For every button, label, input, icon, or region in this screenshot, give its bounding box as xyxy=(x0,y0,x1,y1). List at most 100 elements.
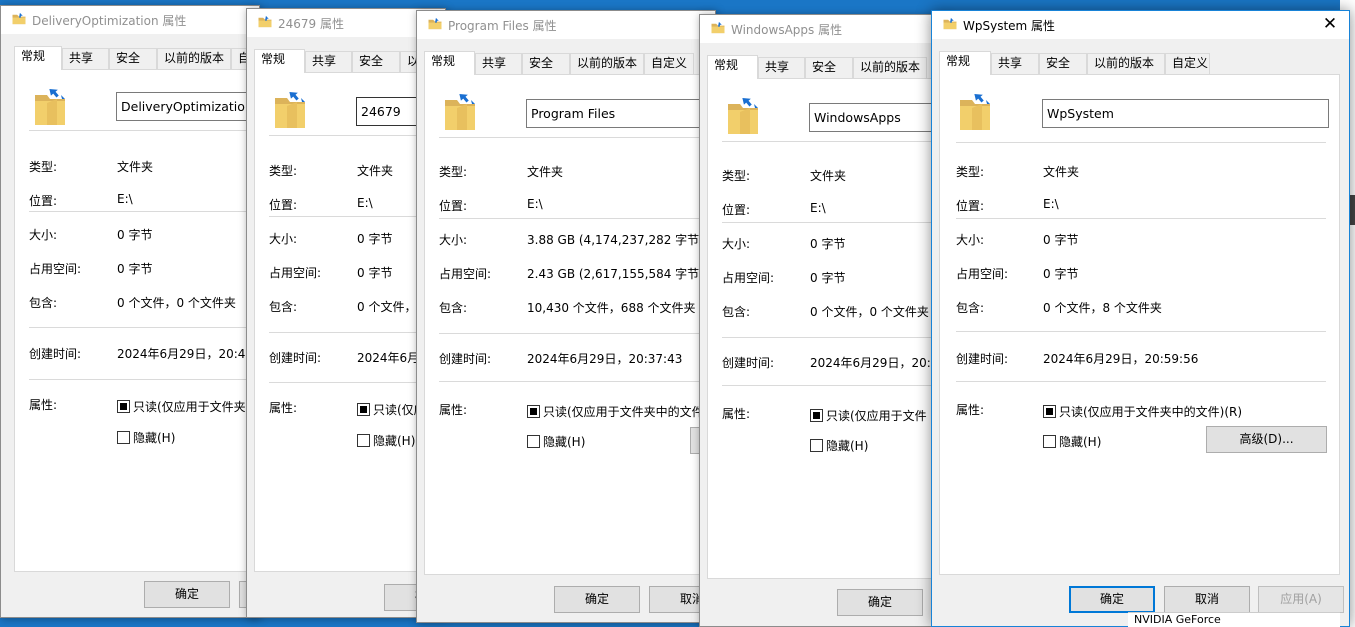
tab-security[interactable]: 安全 xyxy=(109,48,157,69)
attributes-label: 属性: xyxy=(439,403,468,417)
contains-label: 包含: xyxy=(722,305,751,319)
taskbar-fragment: NVIDIA GeForce xyxy=(1128,612,1340,627)
attributes-label: 属性: xyxy=(29,398,58,412)
created-value: 2024年6月 xyxy=(357,351,420,365)
tab-customize[interactable]: 自定义 xyxy=(644,53,694,74)
location-value: E:\ xyxy=(117,192,133,206)
properties-dialog-deliveryoptimization: DeliveryOptimization 属性 常规 共享 安全 以前的版本 自… xyxy=(0,5,260,618)
folder-shortcut-icon xyxy=(275,88,305,128)
size-on-disk-label: 占用空间: xyxy=(722,271,775,285)
ok-button[interactable]: 确定 xyxy=(1069,586,1155,613)
contains-value: 0 个文件，8 个文件夹 xyxy=(1043,301,1162,315)
type-label: 类型: xyxy=(269,164,298,178)
hidden-checkbox[interactable]: 隐藏(H) xyxy=(810,437,868,454)
hidden-label: 隐藏(H) xyxy=(1059,435,1102,449)
type-label: 类型: xyxy=(956,165,985,179)
created-value: 2024年6月29日，20:47: xyxy=(117,347,258,361)
separator xyxy=(439,381,715,382)
ok-button[interactable]: 确定 xyxy=(144,581,230,608)
general-panel: Program Files 类型: 文件夹 位置: E:\ 大小: 3.88 G… xyxy=(424,74,715,575)
checkbox-indeterminate-icon xyxy=(1043,405,1056,418)
properties-dialog-windowsapps: WindowsApps 属性 常规 共享 安全 以前的版本 WindowsApp… xyxy=(699,14,949,627)
size-value: 0 字节 xyxy=(1043,233,1079,247)
created-value: 2024年6月29日，20:4 xyxy=(810,356,939,370)
hidden-label: 隐藏(H) xyxy=(133,431,176,445)
tab-previous-versions[interactable]: 以前的版本 xyxy=(157,48,231,69)
folder-shortcut-icon xyxy=(445,90,475,130)
folder-name-field[interactable]: Program Files xyxy=(526,99,715,128)
title-bar[interactable]: DeliveryOptimization 属性 xyxy=(1,6,259,34)
tab-sharing[interactable]: 共享 xyxy=(475,53,522,74)
attributes-label: 属性: xyxy=(956,403,985,417)
tab-general[interactable]: 常规 xyxy=(254,49,305,73)
checkbox-indeterminate-icon xyxy=(357,403,370,416)
hidden-checkbox[interactable]: 隐藏(H) xyxy=(357,432,415,449)
type-value: 文件夹 xyxy=(117,160,154,174)
location-label: 位置: xyxy=(439,199,468,213)
folder-icon xyxy=(428,17,442,30)
tab-sharing[interactable]: 共享 xyxy=(758,57,805,78)
title-bar[interactable]: WindowsApps 属性 xyxy=(700,15,948,43)
tab-security[interactable]: 安全 xyxy=(805,57,853,78)
tab-general[interactable]: 常规 xyxy=(424,51,475,75)
apply-button[interactable]: 应用(A) xyxy=(1258,586,1344,613)
location-value: E:\ xyxy=(810,201,826,215)
created-value: 2024年6月29日，20:37:43 xyxy=(527,352,683,366)
properties-dialog-wpsystem: WpSystem 属性 ✕ 常规 共享 安全 以前的版本 自定义 WpSyste… xyxy=(931,10,1350,627)
readonly-checkbox[interactable]: 只读(仅应用于文件 xyxy=(810,407,927,424)
readonly-checkbox[interactable]: 只读(仅应用于文件夹中的文件 xyxy=(527,403,704,420)
separator xyxy=(29,379,259,380)
ok-button[interactable]: 确定 xyxy=(554,586,640,613)
tab-previous-versions[interactable]: 以前的版本 xyxy=(1087,53,1165,74)
separator xyxy=(29,211,259,212)
folder-name-field[interactable]: WindowsApps xyxy=(809,103,948,132)
location-label: 位置: xyxy=(269,198,298,212)
folder-name-field[interactable]: WpSystem xyxy=(1042,99,1329,128)
readonly-checkbox[interactable]: 只读(仅应用于文件夹 xyxy=(117,398,246,415)
contains-value: 0 个文件，0 个文件夹 xyxy=(810,305,929,319)
type-label: 类型: xyxy=(722,169,751,183)
type-label: 类型: xyxy=(29,160,58,174)
separator xyxy=(956,331,1326,332)
tab-security[interactable]: 安全 xyxy=(352,51,400,72)
checkbox-indeterminate-icon xyxy=(810,409,823,422)
checkbox-icon xyxy=(1043,435,1056,448)
folder-name-field[interactable]: DeliveryOptimization xyxy=(116,92,259,121)
tab-sharing[interactable]: 共享 xyxy=(991,53,1039,74)
tab-security[interactable]: 安全 xyxy=(522,53,570,74)
tab-general[interactable]: 常规 xyxy=(14,46,62,70)
ok-button[interactable]: 确定 xyxy=(837,589,923,616)
tab-previous-versions[interactable]: 以前的版本 xyxy=(570,53,644,74)
tab-security[interactable]: 安全 xyxy=(1039,53,1087,74)
tab-previous-versions[interactable]: 以前的版本 xyxy=(853,57,927,78)
size-label: 大小: xyxy=(722,237,751,251)
folder-icon xyxy=(258,15,272,28)
contains-label: 包含: xyxy=(269,300,298,314)
location-label: 位置: xyxy=(722,203,751,217)
tab-sharing[interactable]: 共享 xyxy=(62,48,109,69)
hidden-label: 隐藏(H) xyxy=(543,435,586,449)
general-panel: WindowsApps 类型: 文件夹 位置: E:\ 大小: 0 字节 占用空… xyxy=(707,78,948,579)
hidden-label: 隐藏(H) xyxy=(373,434,416,448)
readonly-checkbox[interactable]: 只读(仅应用于文件夹中的文件)(R) xyxy=(1043,403,1242,420)
hidden-checkbox[interactable]: 隐藏(H) xyxy=(527,433,585,450)
general-panel: WpSystem 类型: 文件夹 位置: E:\ 大小: 0 字节 占用空间: … xyxy=(939,74,1340,575)
title-bar[interactable]: WpSystem 属性 ✕ xyxy=(932,11,1349,39)
cancel-button[interactable]: 取消 xyxy=(1164,586,1250,613)
separator xyxy=(722,385,948,386)
dialog-title: Program Files 属性 xyxy=(448,19,557,33)
separator xyxy=(439,218,715,219)
size-value: 0 字节 xyxy=(810,237,846,251)
type-value: 文件夹 xyxy=(527,165,564,179)
tab-customize[interactable]: 自定义 xyxy=(1165,53,1210,74)
tab-sharing[interactable]: 共享 xyxy=(305,51,352,72)
checkbox-icon xyxy=(117,431,130,444)
hidden-checkbox[interactable]: 隐藏(H) xyxy=(1043,433,1101,450)
advanced-button[interactable]: 高级(D)... xyxy=(1206,426,1327,453)
title-bar[interactable]: Program Files 属性 xyxy=(417,11,715,39)
close-icon[interactable]: ✕ xyxy=(1317,13,1343,35)
tab-general[interactable]: 常规 xyxy=(939,51,991,75)
tab-general[interactable]: 常规 xyxy=(707,55,758,79)
location-value: E:\ xyxy=(1043,197,1059,211)
hidden-checkbox[interactable]: 隐藏(H) xyxy=(117,429,175,446)
